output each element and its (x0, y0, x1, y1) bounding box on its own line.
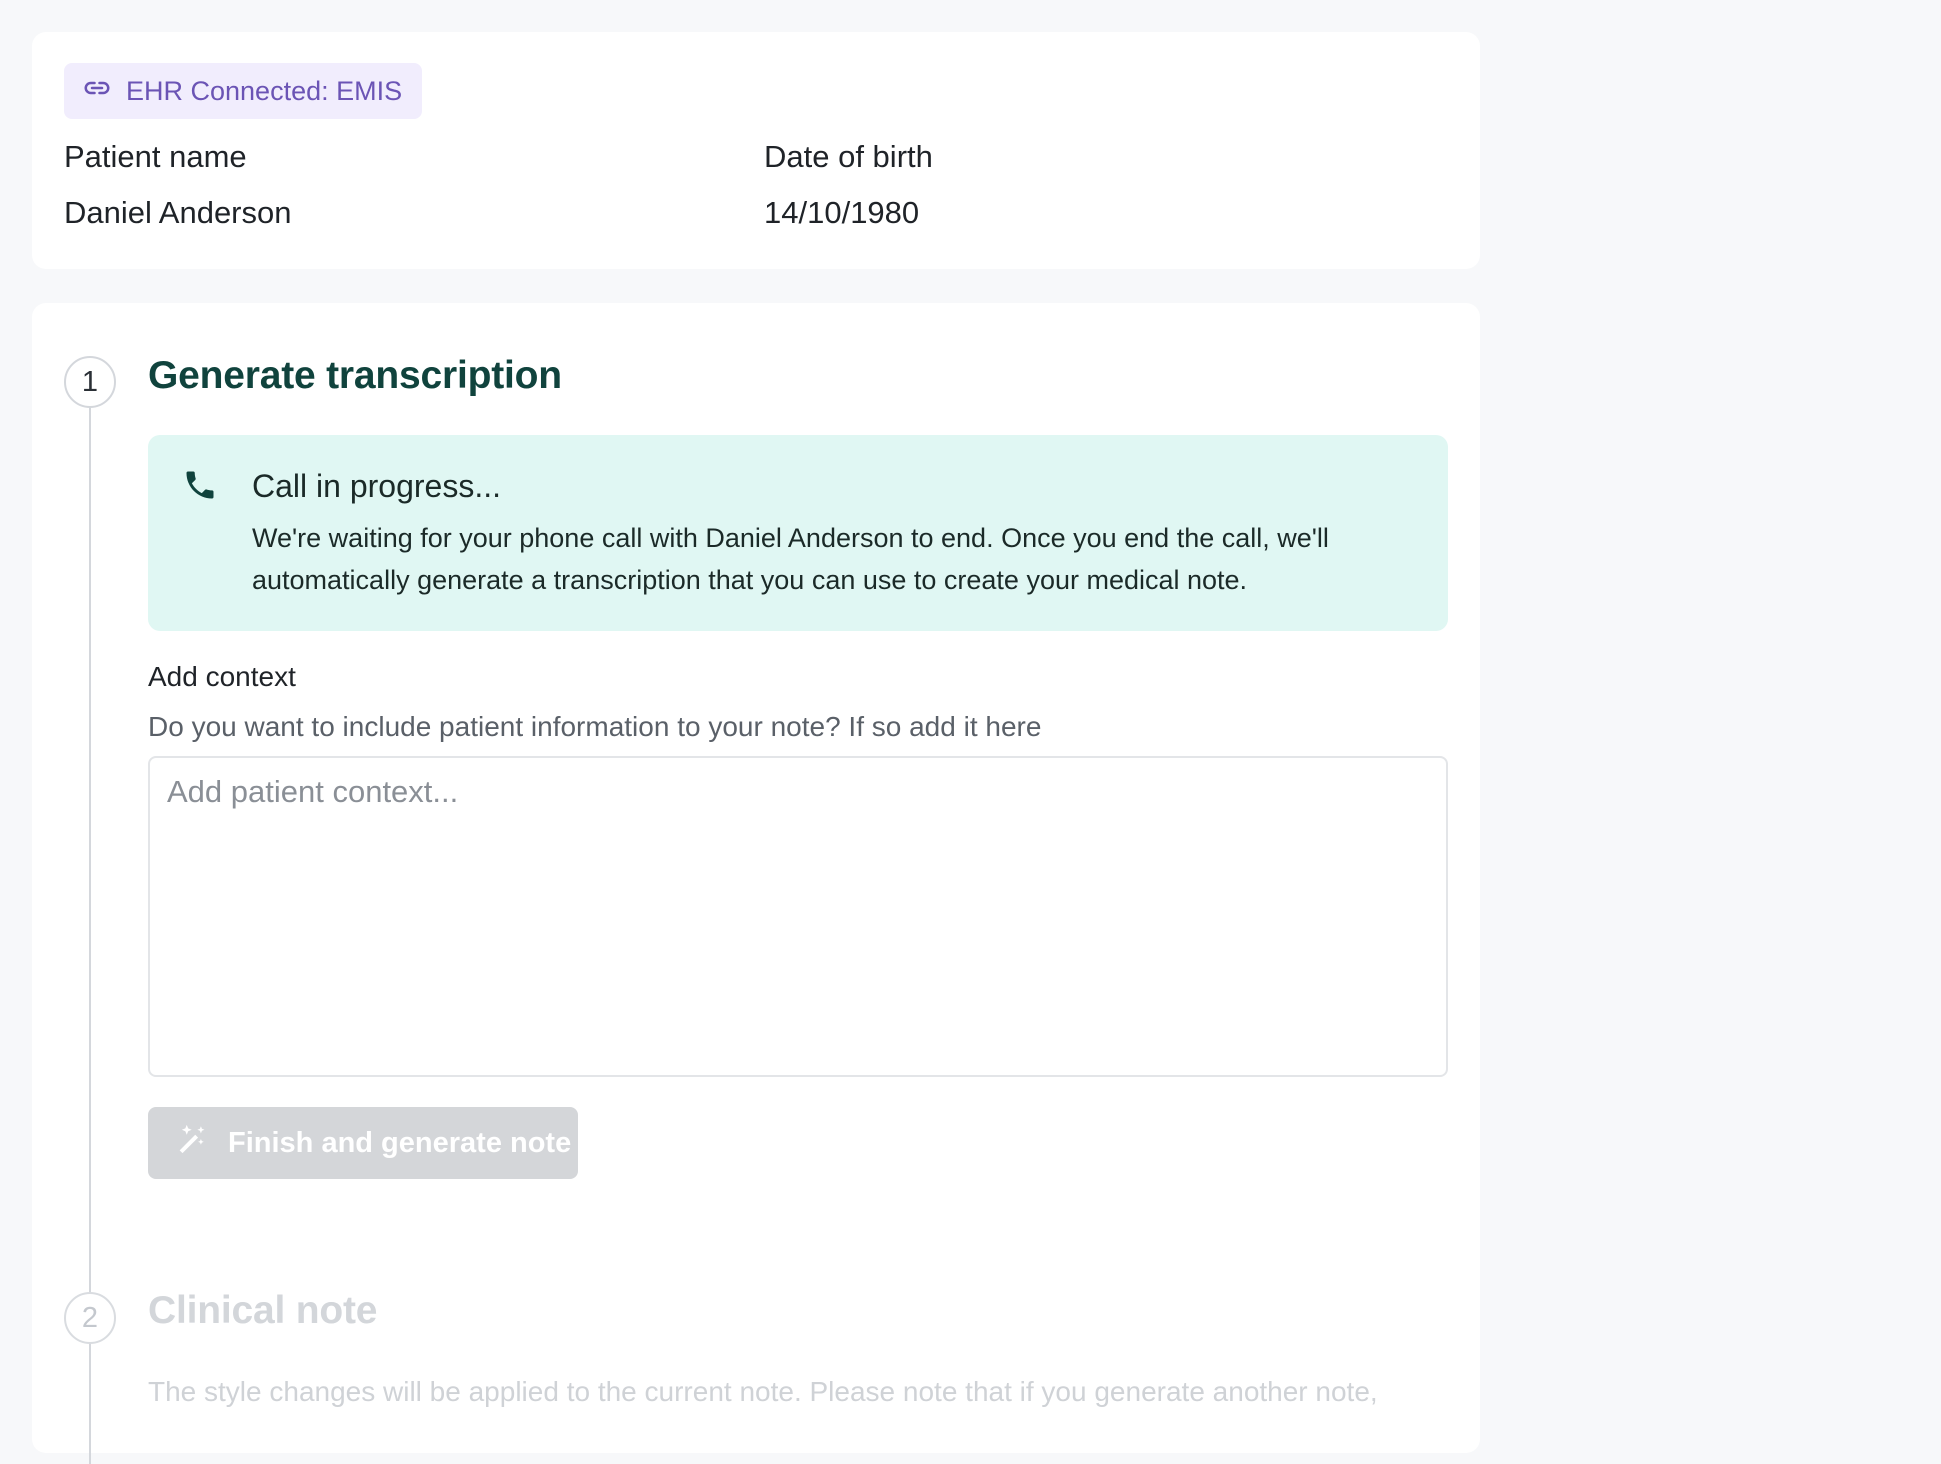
step-2-title: Clinical note (148, 1289, 378, 1332)
step-1-connector (89, 408, 91, 1378)
steps-card: 1 Generate transcription Call in progres… (32, 303, 1480, 1464)
step-2-number: 2 (64, 1292, 116, 1344)
phone-icon (182, 467, 218, 503)
call-status-description: We're waiting for your phone call with D… (252, 523, 1329, 595)
step-2-connector (89, 1344, 91, 1464)
patient-name-label: Patient name (64, 139, 247, 174)
ehr-badge-label: EHR Connected: EMIS (126, 75, 403, 106)
finish-and-generate-note-button[interactable]: Finish and generate note (148, 1107, 578, 1179)
ehr-connected-badge: EHR Connected: EMIS (64, 63, 423, 119)
patient-context-input[interactable] (148, 756, 1448, 1077)
finish-button-label: Finish and generate note (228, 1126, 572, 1159)
magic-wand-icon (174, 1122, 208, 1164)
add-context-label: Add context (148, 661, 296, 692)
call-status-title: Call in progress... (252, 468, 501, 504)
patient-card: EHR Connected: EMIS Patient name Daniel … (32, 32, 1480, 269)
date-of-birth-value: 14/10/1980 (764, 195, 920, 230)
call-in-progress-banner: Call in progress... We're waiting for yo… (148, 435, 1448, 631)
date-of-birth-label: Date of birth (764, 139, 933, 174)
patient-name-value: Daniel Anderson (64, 195, 292, 230)
step-1-title: Generate transcription (148, 354, 562, 397)
link-icon (82, 73, 112, 110)
step-1-number: 1 (64, 356, 116, 408)
clinical-note-description: The style changes will be applied to the… (148, 1376, 1378, 1407)
add-context-help-text: Do you want to include patient informati… (148, 711, 1042, 742)
